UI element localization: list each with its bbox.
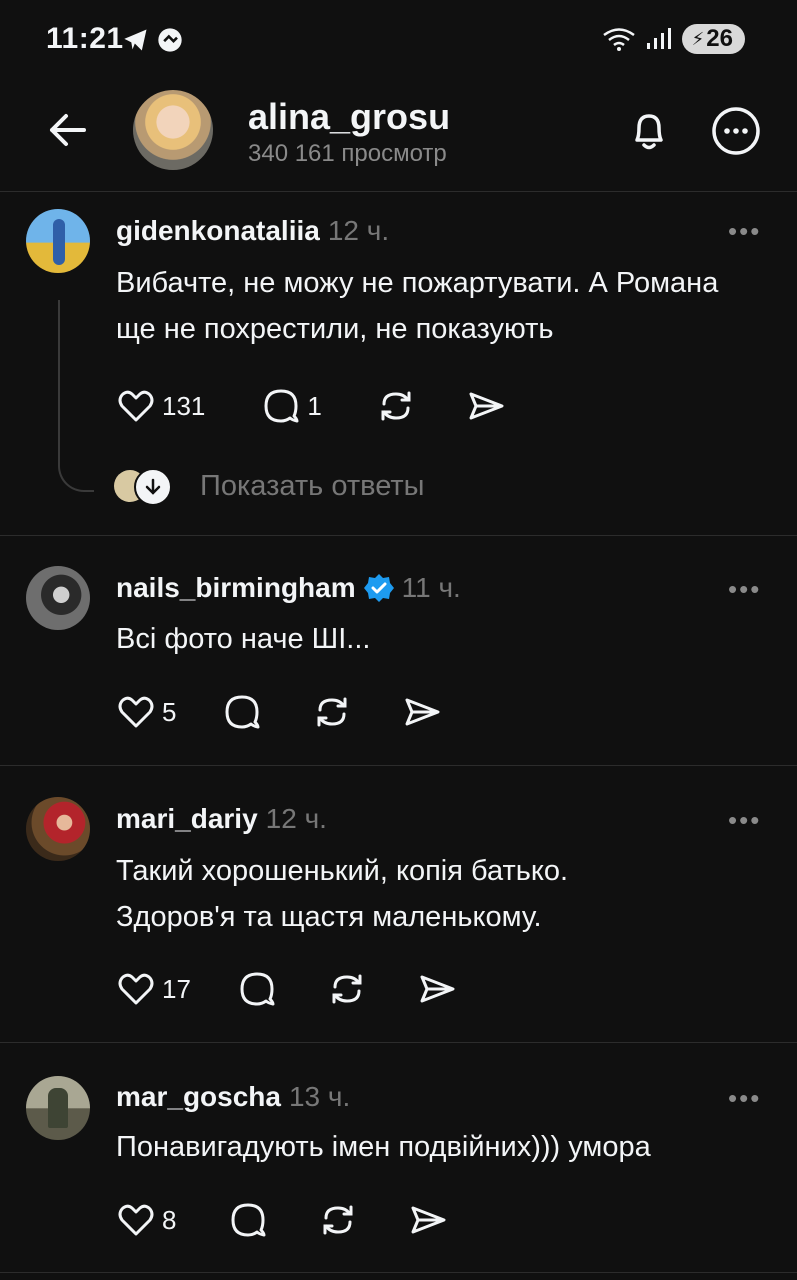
post-more-button[interactable]: ••• [728, 1083, 761, 1114]
like-button[interactable]: 131 [116, 386, 205, 426]
repost-icon [323, 1205, 353, 1235]
repost-icon [317, 697, 347, 727]
post-time: 11 ч. [401, 572, 461, 603]
signal-icon [646, 28, 671, 49]
post-header: nails_birmingham 11 ч. [116, 572, 461, 604]
post-time: 12 ч. [327, 215, 390, 246]
verified-badge-icon [363, 574, 394, 602]
post-actions: 131 1 [116, 386, 506, 426]
post-more-button[interactable]: ••• [728, 805, 761, 836]
reply-button[interactable] [228, 1200, 268, 1240]
show-replies-link[interactable]: Показать ответы [200, 470, 424, 503]
comment-icon [240, 972, 275, 1006]
bell-icon [635, 114, 663, 150]
avatar[interactable] [26, 797, 90, 861]
post-time: 12 ч. [265, 803, 327, 834]
views-count: 340 161 просмотр [248, 140, 447, 167]
post-username[interactable]: gidenkonataliia [116, 215, 320, 247]
like-button[interactable]: 17 [116, 969, 191, 1009]
comment-icon [225, 695, 260, 729]
status-left-icons [122, 26, 184, 54]
repost-button[interactable] [312, 692, 352, 732]
like-button[interactable]: 5 [116, 692, 176, 732]
post-divider [0, 535, 797, 536]
reply-button[interactable] [237, 969, 277, 1009]
share-button[interactable] [408, 1200, 448, 1240]
heart-icon [118, 1204, 154, 1236]
wifi-icon [602, 28, 635, 51]
post-actions: 17 [116, 969, 457, 1009]
avatar[interactable] [26, 566, 90, 630]
repost-button[interactable] [327, 969, 367, 1009]
post-text: Такий хорошенький, копія батько. Здоров'… [116, 855, 569, 933]
like-count: 8 [162, 1204, 177, 1235]
repost-button[interactable] [318, 1200, 358, 1240]
post-username[interactable]: mari_dariy [116, 803, 258, 835]
arrow-left-icon [50, 114, 86, 146]
thread-line [58, 300, 94, 492]
share-icon [405, 698, 440, 726]
post-actions: 5 [116, 692, 442, 732]
post-more-button[interactable]: ••• [728, 216, 761, 247]
profile-username[interactable]: alina_grosu [248, 96, 450, 138]
share-icon [411, 1206, 446, 1234]
notifications-button[interactable] [624, 106, 674, 156]
more-options-button[interactable] [710, 105, 762, 157]
reply-count: 1 [307, 390, 322, 421]
share-button[interactable] [402, 692, 442, 732]
post-actions: 8 [116, 1200, 448, 1240]
notification-icon [158, 28, 182, 52]
profile-avatar[interactable] [133, 90, 213, 170]
heart-icon [118, 390, 154, 422]
post-text: Всі фото наче ШІ... [116, 623, 371, 655]
reply-button[interactable] [222, 692, 262, 732]
telegram-icon [124, 29, 147, 51]
reply-avatars[interactable] [114, 468, 174, 506]
post-time: 13 ч. [288, 1081, 351, 1112]
comment-icon [264, 389, 299, 423]
reply-button[interactable]: 1 [261, 386, 322, 426]
status-time: 11:21 [46, 22, 124, 55]
post-header: mar_goscha 13 ч. [116, 1081, 350, 1113]
share-icon [469, 392, 504, 420]
arrow-down-icon [145, 478, 161, 495]
post-text: Понавигадують імен подвійних))) умора [116, 1131, 651, 1163]
post-username[interactable]: mar_goscha [116, 1081, 281, 1113]
like-count: 17 [162, 973, 191, 1004]
share-button[interactable] [466, 386, 506, 426]
back-button[interactable] [44, 106, 92, 154]
share-icon [420, 975, 455, 1003]
avatar[interactable] [26, 1076, 90, 1140]
like-count: 5 [162, 696, 177, 727]
comment-icon [231, 1203, 266, 1237]
like-button[interactable]: 8 [116, 1200, 176, 1240]
post-header: gidenkonataliia 12 ч. [116, 215, 389, 247]
battery-indicator: ⚡ 26 [681, 24, 745, 54]
more-circle-icon [712, 107, 760, 155]
post-text: Вибачте, не можу не пожартувати. А Роман… [116, 267, 719, 345]
repost-icon [332, 974, 362, 1004]
post-username[interactable]: nails_birmingham [116, 572, 356, 604]
post-divider [0, 1042, 797, 1043]
repost-button[interactable] [376, 386, 416, 426]
heart-icon [118, 696, 154, 728]
heart-icon [118, 973, 154, 1005]
charging-icon: ⚡ [691, 28, 705, 49]
avatar[interactable] [26, 209, 90, 273]
repost-icon [381, 391, 411, 421]
header-divider [0, 191, 797, 192]
share-button[interactable] [417, 969, 457, 1009]
post-more-button[interactable]: ••• [728, 574, 761, 605]
post-header: mari_dariy 12 ч. [116, 803, 327, 835]
like-count: 131 [162, 390, 206, 421]
post-divider [0, 765, 797, 766]
post-divider [0, 1272, 797, 1273]
expand-replies-icon [134, 468, 172, 506]
status-right-icons: ⚡ 26 [602, 24, 745, 54]
battery-level: 26 [706, 25, 733, 52]
